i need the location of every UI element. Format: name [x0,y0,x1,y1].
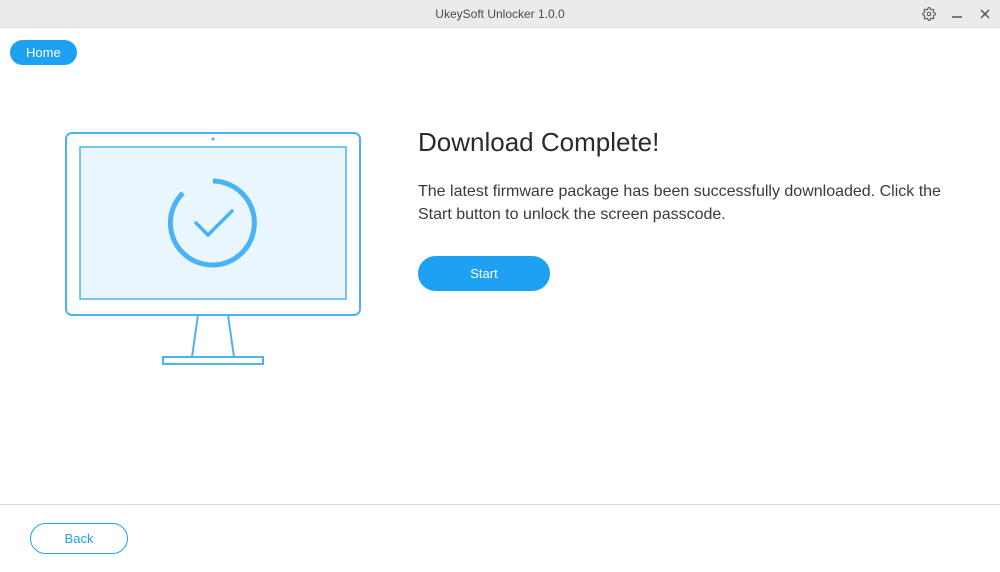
footer: Back [0,504,1000,572]
window-controls [922,7,992,21]
tab-bar: Home [0,28,1000,65]
back-button[interactable]: Back [30,523,128,554]
window-title: UkeySoft Unlocker 1.0.0 [435,7,564,21]
home-tab[interactable]: Home [10,40,77,65]
main-content: Download Complete! The latest firmware p… [0,65,1000,385]
settings-icon[interactable] [922,7,936,21]
titlebar: UkeySoft Unlocker 1.0.0 [0,0,1000,28]
info-panel: Download Complete! The latest firmware p… [418,125,970,385]
description-text: The latest firmware package has been suc… [418,180,950,226]
close-icon[interactable] [978,7,992,21]
page-heading: Download Complete! [418,127,950,158]
start-button[interactable]: Start [418,256,550,291]
monitor-illustration [48,125,378,385]
minimize-icon[interactable] [950,7,964,21]
